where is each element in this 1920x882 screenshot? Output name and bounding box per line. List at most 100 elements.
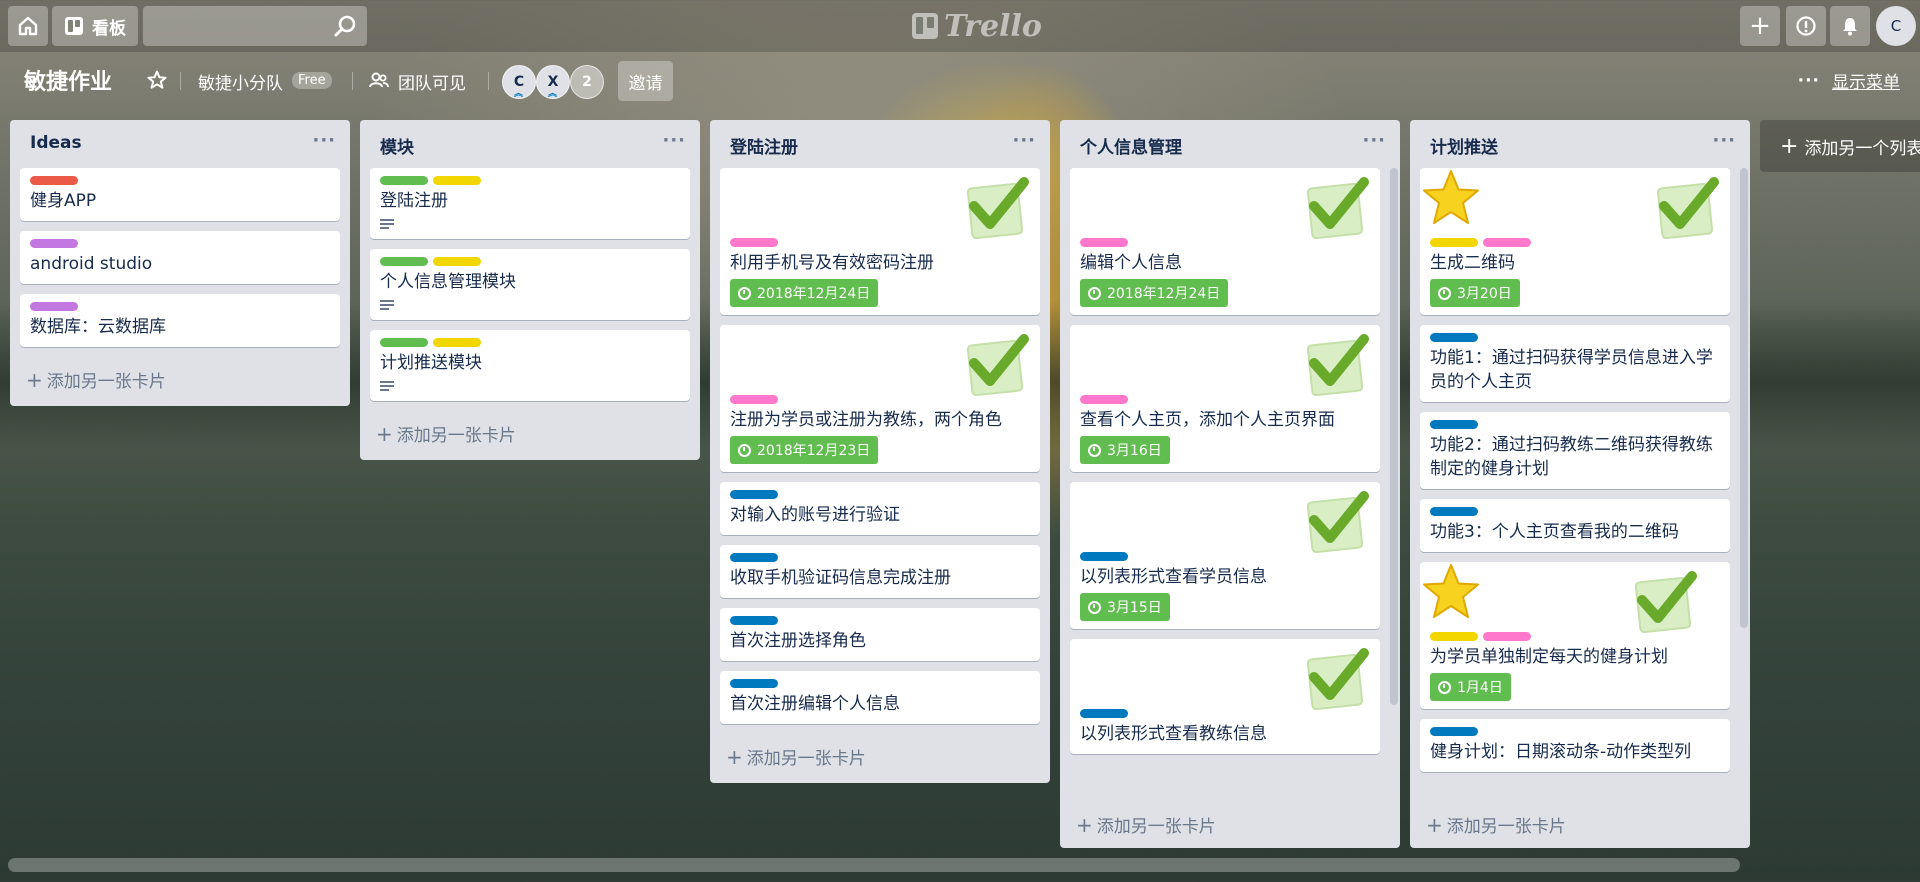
list-card[interactable]: 登陆注册 xyxy=(370,168,690,239)
card-title: 个人信息管理模块 xyxy=(380,272,516,292)
card-title: 以列表形式查看教练信息 xyxy=(1080,724,1267,744)
list-card[interactable]: 个人信息管理模块 xyxy=(370,249,690,320)
list-menu-icon[interactable]: ··· xyxy=(1012,130,1036,151)
list-title[interactable]: 模块 xyxy=(380,133,414,158)
list-card[interactable]: android studio xyxy=(20,231,340,284)
add-card-button[interactable]: + 添加另一张卡片 xyxy=(1410,802,1750,851)
list-menu-icon[interactable]: ··· xyxy=(662,130,686,151)
list-card[interactable]: 编辑个人信息 2018年12月24日 xyxy=(1070,168,1380,315)
list-card[interactable]: 为学员单独制定每天的健身计划 1月4日 xyxy=(1420,562,1730,709)
list-title[interactable]: 个人信息管理 xyxy=(1080,133,1182,158)
list-card[interactable]: 首次注册编辑个人信息 xyxy=(720,671,1040,724)
due-date: 2018年12月24日 xyxy=(1107,286,1221,302)
list-card[interactable]: 利用手机号及有效密码注册 2018年12月24日 xyxy=(720,168,1040,315)
list-title[interactable]: 登陆注册 xyxy=(730,133,798,158)
boards-label: 看板 xyxy=(92,18,126,39)
due-date-badge[interactable]: 1月4日 xyxy=(1430,673,1511,701)
scrollbar-thumb[interactable] xyxy=(1740,168,1748,628)
board-horizontal-scrollbar[interactable] xyxy=(8,858,1740,872)
card-title: 为学员单独制定每天的健身计划 xyxy=(1430,647,1668,667)
due-date: 3月15日 xyxy=(1107,600,1162,616)
card-title: 对输入的账号进行验证 xyxy=(730,505,900,525)
list-card[interactable]: 查看个人主页，添加个人主页界面 3月16日 xyxy=(1070,325,1380,472)
card-label-blue xyxy=(1430,333,1478,342)
list-card[interactable]: 健身APP xyxy=(20,168,340,221)
check-sticker-icon xyxy=(966,334,1029,397)
home-button[interactable] xyxy=(8,6,48,46)
add-card-button[interactable]: + 添加另一张卡片 xyxy=(360,411,700,460)
list-menu-icon[interactable]: ··· xyxy=(1712,130,1736,151)
list-plan-push: 计划推送 ··· 生成二维码 3月20日 功能1：通过扫码获得学员信息进入学员的… xyxy=(1410,120,1750,848)
plus-icon: + xyxy=(1426,813,1443,837)
due-date-badge[interactable]: 2018年12月24日 xyxy=(730,279,879,307)
member-avatar[interactable]: C ︽ xyxy=(502,65,536,99)
list-scrollbar[interactable] xyxy=(1390,168,1398,705)
show-menu-button[interactable]: ··· 显示菜单 xyxy=(1798,68,1900,94)
list-card[interactable]: 功能2：通过扫码教练二维码获得教练制定的健身计划 xyxy=(1420,412,1730,489)
card-label-blue xyxy=(730,679,778,688)
list-card[interactable]: 以列表形式查看教练信息 xyxy=(1070,639,1380,754)
member-count-badge[interactable]: 2 xyxy=(570,65,604,99)
create-button[interactable]: + xyxy=(1740,6,1780,46)
card-label-yellow xyxy=(1430,632,1478,641)
list-card[interactable]: 功能1：通过扫码获得学员信息进入学员的个人主页 xyxy=(1420,325,1730,402)
show-menu-label: 显示菜单 xyxy=(1832,73,1900,93)
add-card-label: 添加另一张卡片 xyxy=(396,426,516,446)
card-label-yellow xyxy=(433,176,481,185)
notifications-button[interactable] xyxy=(1830,6,1870,46)
due-date-badge[interactable]: 2018年12月23日 xyxy=(730,436,879,464)
list-card[interactable]: 以列表形式查看学员信息 3月15日 xyxy=(1070,482,1380,629)
list-title[interactable]: 计划推送 xyxy=(1430,133,1498,158)
search-icon[interactable] xyxy=(334,14,358,38)
card-label-blue xyxy=(1080,552,1128,561)
list-scrollbar[interactable] xyxy=(1740,168,1748,628)
check-sticker-icon xyxy=(966,177,1029,240)
card-title: 健身计划：日期滚动条-动作类型列 xyxy=(1430,742,1692,762)
plus-icon: + xyxy=(26,368,43,392)
list-login-register: 登陆注册 ··· 利用手机号及有效密码注册 2018年12月24日 注册为学员或… xyxy=(710,120,1050,783)
clock-icon xyxy=(1088,600,1101,614)
user-avatar[interactable]: C xyxy=(1876,6,1916,46)
card-title: 健身APP xyxy=(30,191,97,211)
list-card[interactable]: 数据库：云数据库 xyxy=(20,294,340,347)
check-sticker-icon xyxy=(1656,177,1719,240)
add-card-label: 添加另一张卡片 xyxy=(1096,817,1216,837)
boards-button[interactable]: 看板 xyxy=(52,6,138,46)
visibility-label[interactable]: 团队可见 xyxy=(398,69,466,94)
list-card[interactable]: 首次注册选择角色 xyxy=(720,608,1040,661)
list-card[interactable]: 生成二维码 3月20日 xyxy=(1420,168,1730,315)
card-title: 生成二维码 xyxy=(1430,253,1515,273)
add-card-button[interactable]: + 添加另一张卡片 xyxy=(10,357,350,406)
add-list-button[interactable]: + 添加另一个列表 xyxy=(1760,120,1920,172)
trello-logo[interactable]: Trello xyxy=(912,8,1042,44)
due-date-badge[interactable]: 3月20日 xyxy=(1430,279,1520,307)
team-name[interactable]: 敏捷小分队 xyxy=(198,69,283,94)
add-card-button[interactable]: + 添加另一张卡片 xyxy=(1060,802,1400,851)
info-icon xyxy=(1796,16,1816,36)
due-date-badge[interactable]: 3月16日 xyxy=(1080,436,1170,464)
list-card[interactable]: 功能3：个人主页查看我的二维码 xyxy=(1420,499,1730,552)
list-menu-icon[interactable]: ··· xyxy=(1362,130,1386,151)
add-card-button[interactable]: + 添加另一张卡片 xyxy=(710,734,1050,783)
due-date-badge[interactable]: 3月15日 xyxy=(1080,593,1170,621)
scrollbar-thumb[interactable] xyxy=(1390,168,1398,705)
star-sticker-icon xyxy=(1423,170,1479,224)
member-avatar[interactable]: X ︽ xyxy=(536,65,570,99)
info-button[interactable] xyxy=(1786,6,1826,46)
list-card[interactable]: 健身计划：日期滚动条-动作类型列 xyxy=(1420,719,1730,772)
list-card[interactable]: 对输入的账号进行验证 xyxy=(720,482,1040,535)
list-menu-icon[interactable]: ··· xyxy=(312,130,336,151)
list-title[interactable]: Ideas xyxy=(30,133,82,153)
due-date-badge[interactable]: 2018年12月24日 xyxy=(1080,279,1229,307)
list-card[interactable]: 收取手机验证码信息完成注册 xyxy=(720,545,1040,598)
list-card[interactable]: 计划推送模块 xyxy=(370,330,690,401)
check-sticker-icon xyxy=(1306,648,1369,711)
add-list-label: 添加另一个列表 xyxy=(1804,138,1920,159)
invite-button[interactable]: 邀请 xyxy=(618,61,673,101)
board-title[interactable]: 敏捷作业 xyxy=(24,64,112,96)
list-card[interactable]: 注册为学员或注册为教练，两个角色 2018年12月23日 xyxy=(720,325,1040,472)
header-divider xyxy=(488,72,489,90)
card-title: 功能1：通过扫码获得学员信息进入学员的个人主页 xyxy=(1430,348,1713,392)
card-label-pink xyxy=(1483,632,1531,641)
star-icon[interactable] xyxy=(146,69,168,91)
